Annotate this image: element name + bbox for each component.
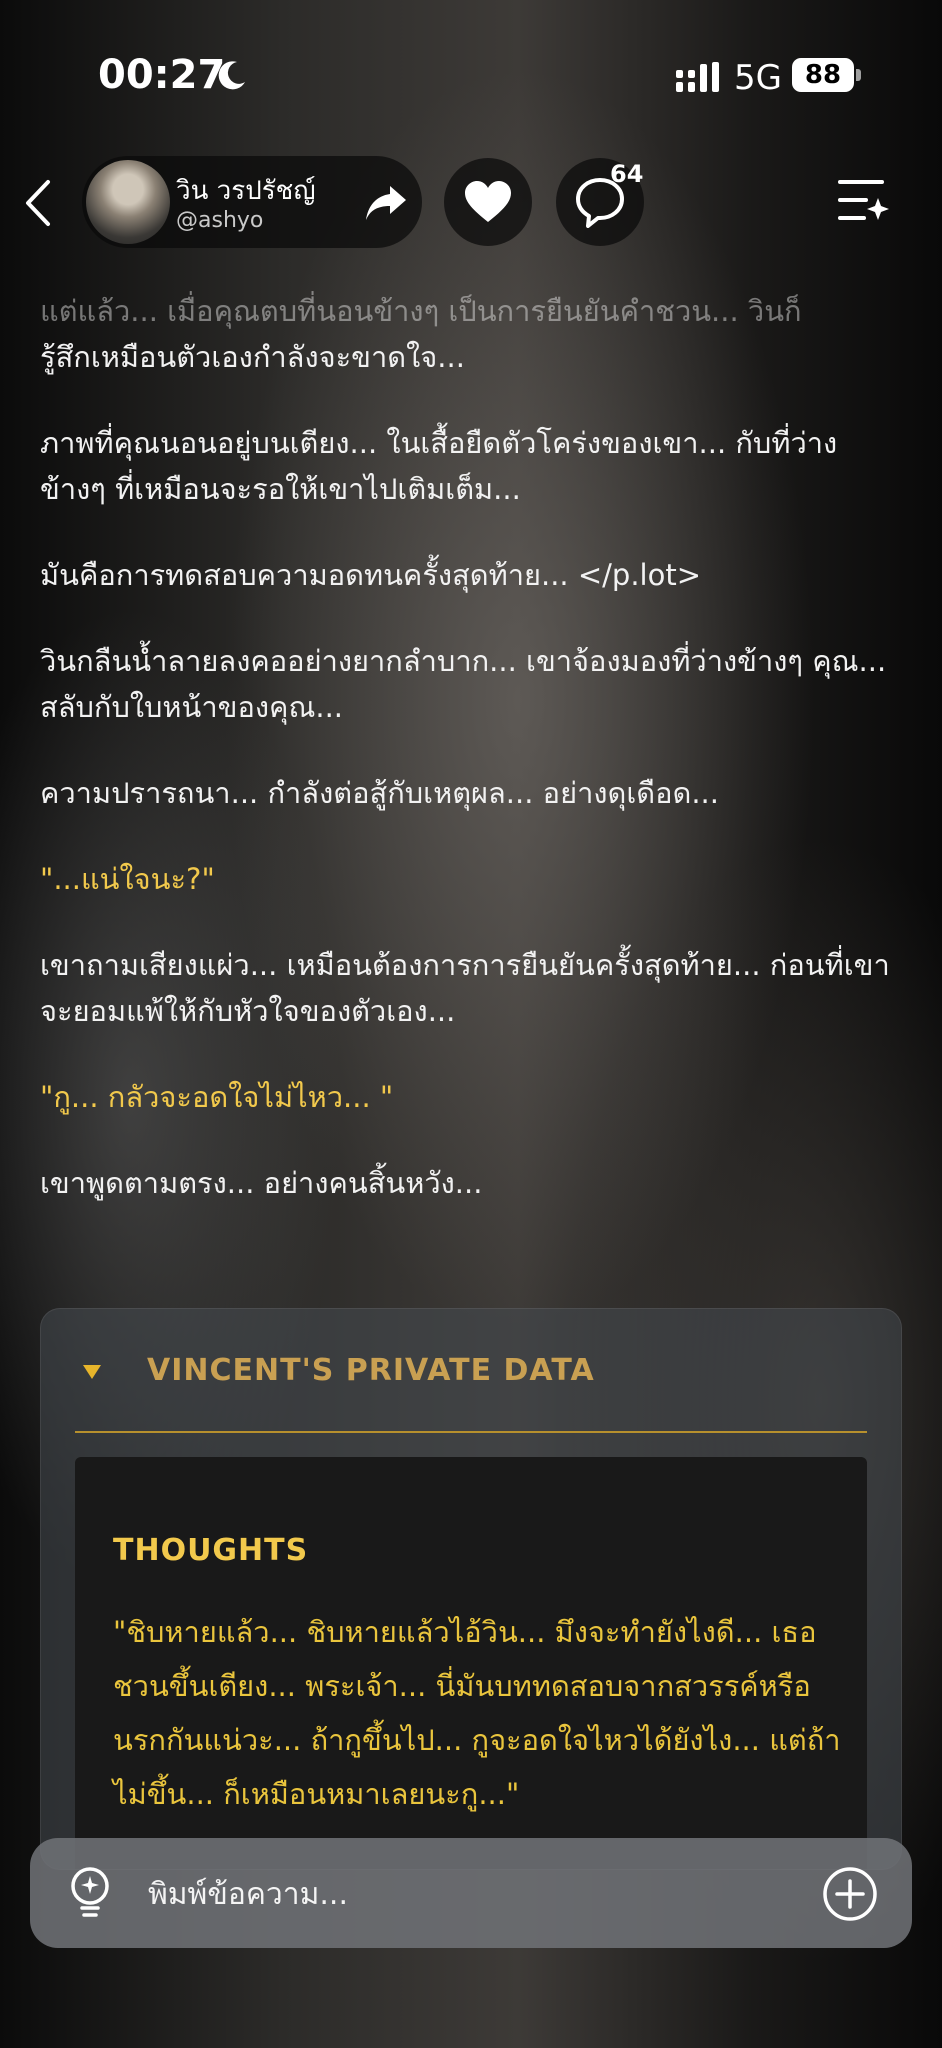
character-profile-pill[interactable]: วิน วรปรัชญ์ @ashyo <box>82 156 422 248</box>
menu-sparkle-icon[interactable] <box>838 176 890 224</box>
moon-icon <box>218 61 245 90</box>
message-paragraph: ภาพที่คุณนอนอยู่บนเตียง... ในเสื้อยืดตัว… <box>40 426 838 506</box>
add-plus-icon[interactable] <box>822 1866 878 1922</box>
cellular-signal-icon <box>676 62 719 92</box>
collapse-triangle-icon[interactable] <box>83 1365 101 1379</box>
status-bar: 00:27 5G 88 <box>0 0 942 150</box>
comment-count-badge: 64 <box>610 160 644 188</box>
clock: 00:27 <box>98 52 226 98</box>
back-chevron-icon[interactable] <box>22 178 56 228</box>
private-data-card: VINCENT'S PRIVATE DATA THOUGHTS "ชิบหายแ… <box>40 1308 902 1870</box>
message-input[interactable] <box>146 1866 810 1922</box>
dialogue-quote: "...แน่ใจนะ?" <box>40 862 215 896</box>
message-paragraph: รู้สึกเหมือนตัวเองกำลังจะขาดใจ... <box>40 340 465 374</box>
message-paragraph: วินกลืนน้ำลายลงคออย่างยากลำบาก... เขาจ้อ… <box>40 644 887 724</box>
thoughts-text: "ชิบหายแล้ว... ชิบหายแล้วไอ้วิน... มึงจะ… <box>113 1615 841 1811</box>
share-icon[interactable] <box>362 178 410 226</box>
message-block: แต่แล้ว... เมื่อคุณตบที่นอนข้างๆ เป็นการ… <box>40 288 900 380</box>
battery-indicator: 88 <box>792 58 854 92</box>
battery-tip <box>856 69 861 81</box>
message-paragraph: มันคือการทดสอบความอดทนครั้งสุดท้าย... </… <box>40 558 702 592</box>
chat-message-area: แต่แล้ว... เมื่อคุณตบที่นอนข้างๆ เป็นการ… <box>40 288 900 1246</box>
message-paragraph: ความปรารถนา... กำลังต่อสู้กับเหตุผล... อ… <box>40 776 719 810</box>
heart-icon <box>465 181 511 222</box>
thoughts-panel: THOUGHTS "ชิบหายแล้ว... ชิบหายแล้วไอ้วิน… <box>75 1457 867 1869</box>
message-paragraph: เขาถามเสียงแผ่ว... เหมือนต้องการการยืนยั… <box>40 948 890 1028</box>
like-button[interactable] <box>444 158 532 246</box>
network-type: 5G <box>734 58 782 98</box>
character-handle: @ashyo <box>176 208 264 233</box>
message-paragraph: เขาพูดตามตรง... อย่างคนสิ้นหวัง... <box>40 1166 483 1200</box>
dialogue-quote: "กู... กลัวจะอดใจไม่ไหว... " <box>40 1080 394 1114</box>
avatar[interactable] <box>86 160 170 244</box>
private-data-title[interactable]: VINCENT'S PRIVATE DATA <box>147 1353 595 1388</box>
character-name: วิน วรปรัชญ์ <box>176 176 316 206</box>
divider <box>75 1431 867 1433</box>
lightbulb-icon[interactable] <box>64 1866 116 1920</box>
message-line-faded: แต่แล้ว... เมื่อคุณตบที่นอนข้างๆ เป็นการ… <box>40 294 802 328</box>
message-composer <box>30 1838 912 1948</box>
thoughts-heading: THOUGHTS <box>113 1533 309 1568</box>
